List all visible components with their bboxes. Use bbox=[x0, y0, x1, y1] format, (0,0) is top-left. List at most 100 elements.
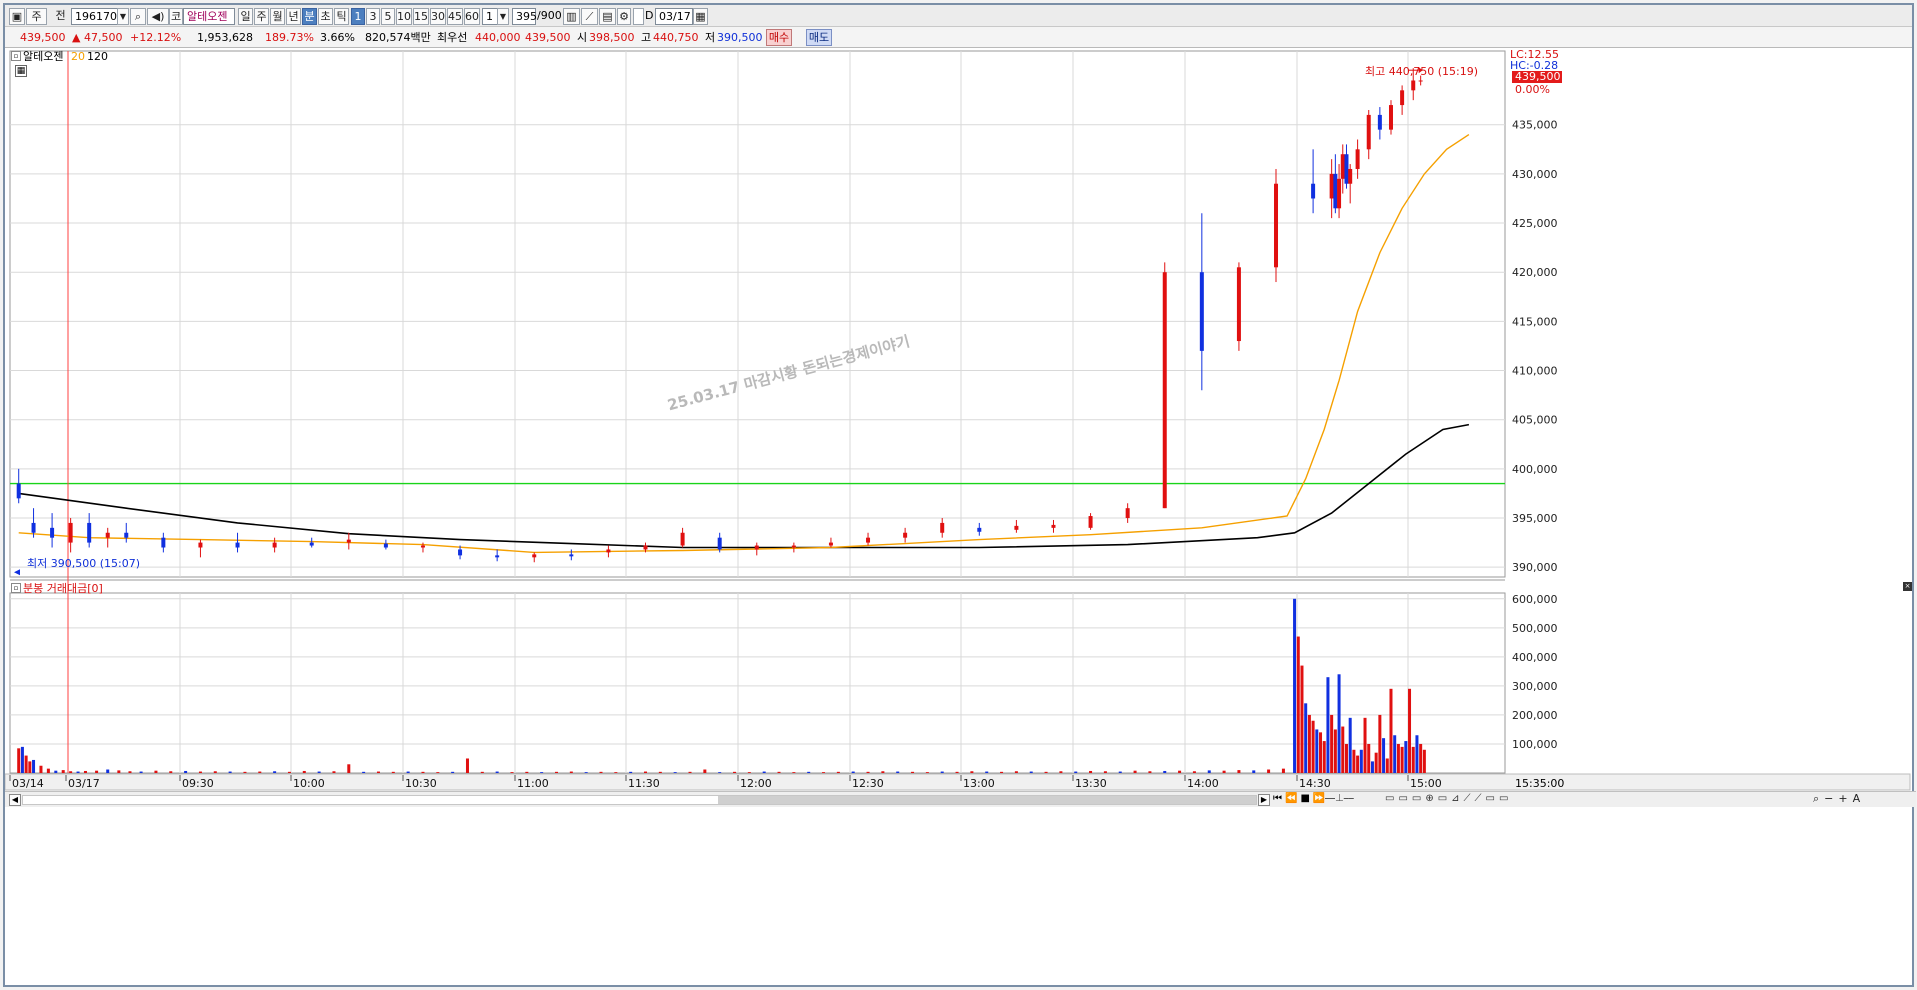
ma120-legend: 120 bbox=[87, 50, 108, 63]
volume-bar bbox=[1367, 743, 1371, 773]
price-panel bbox=[9, 50, 1506, 578]
candle-body bbox=[50, 527, 55, 538]
volume-bar bbox=[480, 771, 484, 773]
volume-bar bbox=[673, 772, 677, 773]
volume-axis-tick: 500,000 bbox=[1512, 622, 1558, 635]
panel-table-icon[interactable]: ▦ bbox=[15, 65, 27, 77]
volume-bar bbox=[822, 772, 826, 773]
volume-bar bbox=[703, 769, 707, 773]
volume-bar bbox=[347, 764, 351, 773]
volume-bar bbox=[540, 772, 544, 773]
volume-panel bbox=[9, 592, 1506, 774]
volume-axis-tick: 600,000 bbox=[1512, 593, 1558, 606]
candle-body bbox=[680, 532, 685, 546]
chart-tools-icons[interactable]: ▭▭▭⊕▭⊿⟋⟋▭▭ bbox=[1385, 793, 1512, 804]
volume-bar bbox=[1359, 749, 1363, 773]
candle-body bbox=[1329, 173, 1334, 199]
volume-bar bbox=[1252, 770, 1256, 773]
scroll-left-icon[interactable]: ◀ bbox=[9, 794, 21, 806]
volume-bar bbox=[184, 770, 188, 773]
volume-bar bbox=[1118, 771, 1122, 773]
candle-body bbox=[569, 554, 574, 557]
volume-bar bbox=[258, 771, 262, 773]
candle-body bbox=[1400, 90, 1405, 106]
volume-bar bbox=[1207, 770, 1211, 773]
time-axis-label: 03/14 bbox=[12, 777, 44, 790]
volume-bar bbox=[1330, 714, 1334, 773]
volume-panel-collapse-icon[interactable]: ▫ bbox=[11, 583, 21, 593]
volume-bar bbox=[24, 755, 28, 773]
price-axis-tick: 425,000 bbox=[1512, 217, 1558, 230]
price-axis-tick: 395,000 bbox=[1512, 512, 1558, 525]
low-annotation: 최저 390,500 (15:07) bbox=[27, 557, 141, 570]
volume-bar bbox=[747, 772, 751, 773]
volume-bar bbox=[76, 771, 80, 773]
volume-bar bbox=[1178, 770, 1182, 773]
volume-bar bbox=[451, 771, 455, 773]
candle-body bbox=[1199, 272, 1204, 351]
price-axis-tick: 435,000 bbox=[1512, 119, 1558, 132]
volume-panel-close-icon[interactable]: × bbox=[1903, 582, 1912, 591]
scroll-right-icon[interactable]: ▶ bbox=[1258, 794, 1270, 806]
candle-body bbox=[87, 522, 92, 543]
volume-bar bbox=[1074, 771, 1078, 773]
volume-bar bbox=[1408, 688, 1412, 773]
candle-body bbox=[791, 545, 796, 548]
current-price-pct: 0.00% bbox=[1515, 83, 1550, 96]
candle-body bbox=[643, 545, 648, 550]
volume-axis-tick: 400,000 bbox=[1512, 651, 1558, 664]
ma20-legend: 20 bbox=[71, 50, 85, 63]
volume-bar bbox=[1344, 743, 1348, 773]
volume-bar bbox=[1222, 770, 1226, 773]
playback-controls-icon[interactable]: ⏮⏪■⏩ bbox=[1273, 793, 1328, 804]
volume-bar bbox=[940, 771, 944, 773]
volume-bar bbox=[332, 771, 336, 773]
candle-body bbox=[495, 555, 500, 558]
volume-bar bbox=[1422, 749, 1426, 773]
volume-bar bbox=[836, 771, 840, 773]
volume-bar bbox=[117, 770, 121, 773]
volume-bar bbox=[20, 746, 24, 773]
volume-bar bbox=[881, 771, 885, 773]
volume-bar bbox=[406, 771, 410, 773]
zoom-slider-icon[interactable]: ⎯⎯⊥⎯⎯ bbox=[1325, 793, 1354, 804]
volume-bar bbox=[1374, 752, 1378, 773]
volume-bar bbox=[1415, 735, 1419, 773]
volume-bar bbox=[1419, 743, 1423, 773]
candle-body bbox=[309, 542, 314, 546]
candle-body bbox=[828, 542, 833, 546]
volume-bar bbox=[1300, 665, 1304, 773]
candle-body bbox=[532, 554, 537, 558]
candle-body bbox=[458, 549, 463, 556]
volume-axis-tick: 100,000 bbox=[1512, 738, 1558, 751]
volume-bar bbox=[896, 771, 900, 773]
candle-body bbox=[606, 549, 611, 553]
price-axis-tick: 390,000 bbox=[1512, 561, 1558, 574]
candle-body bbox=[1236, 267, 1241, 342]
volume-bar bbox=[1352, 749, 1356, 773]
volume-bar bbox=[807, 771, 811, 773]
volume-bar bbox=[525, 771, 529, 773]
volume-bar bbox=[1389, 688, 1393, 773]
candle-body bbox=[1377, 114, 1382, 130]
volume-bar bbox=[317, 771, 321, 773]
volume-bar bbox=[465, 758, 469, 773]
price-axis-tick: 410,000 bbox=[1512, 365, 1558, 378]
panel-collapse-icon[interactable]: ▫ bbox=[11, 51, 21, 61]
scrollbar-thumb[interactable] bbox=[718, 796, 1256, 804]
zoom-icons[interactable]: ⌕−+A bbox=[1813, 792, 1865, 806]
volume-bar bbox=[391, 771, 395, 773]
horizontal-scrollbar[interactable] bbox=[22, 795, 1257, 805]
volume-panel-title: 분봉 거래대금[0] bbox=[23, 582, 103, 595]
volume-bar bbox=[911, 771, 915, 773]
volume-bar bbox=[718, 772, 722, 773]
volume-bar bbox=[1192, 771, 1196, 773]
volume-bar bbox=[1304, 703, 1308, 773]
candle-body bbox=[1088, 516, 1093, 528]
volume-bar bbox=[1411, 746, 1415, 773]
chart-canvas[interactable]: 435,000 430,000 425,000 420,000 415,000 410,0… bbox=[5, 5, 1916, 989]
volume-bar bbox=[106, 769, 110, 773]
time-axis-label: 09:30 bbox=[182, 777, 214, 790]
volume-bar bbox=[1393, 735, 1397, 773]
volume-axis-tick: 300,000 bbox=[1512, 680, 1558, 693]
